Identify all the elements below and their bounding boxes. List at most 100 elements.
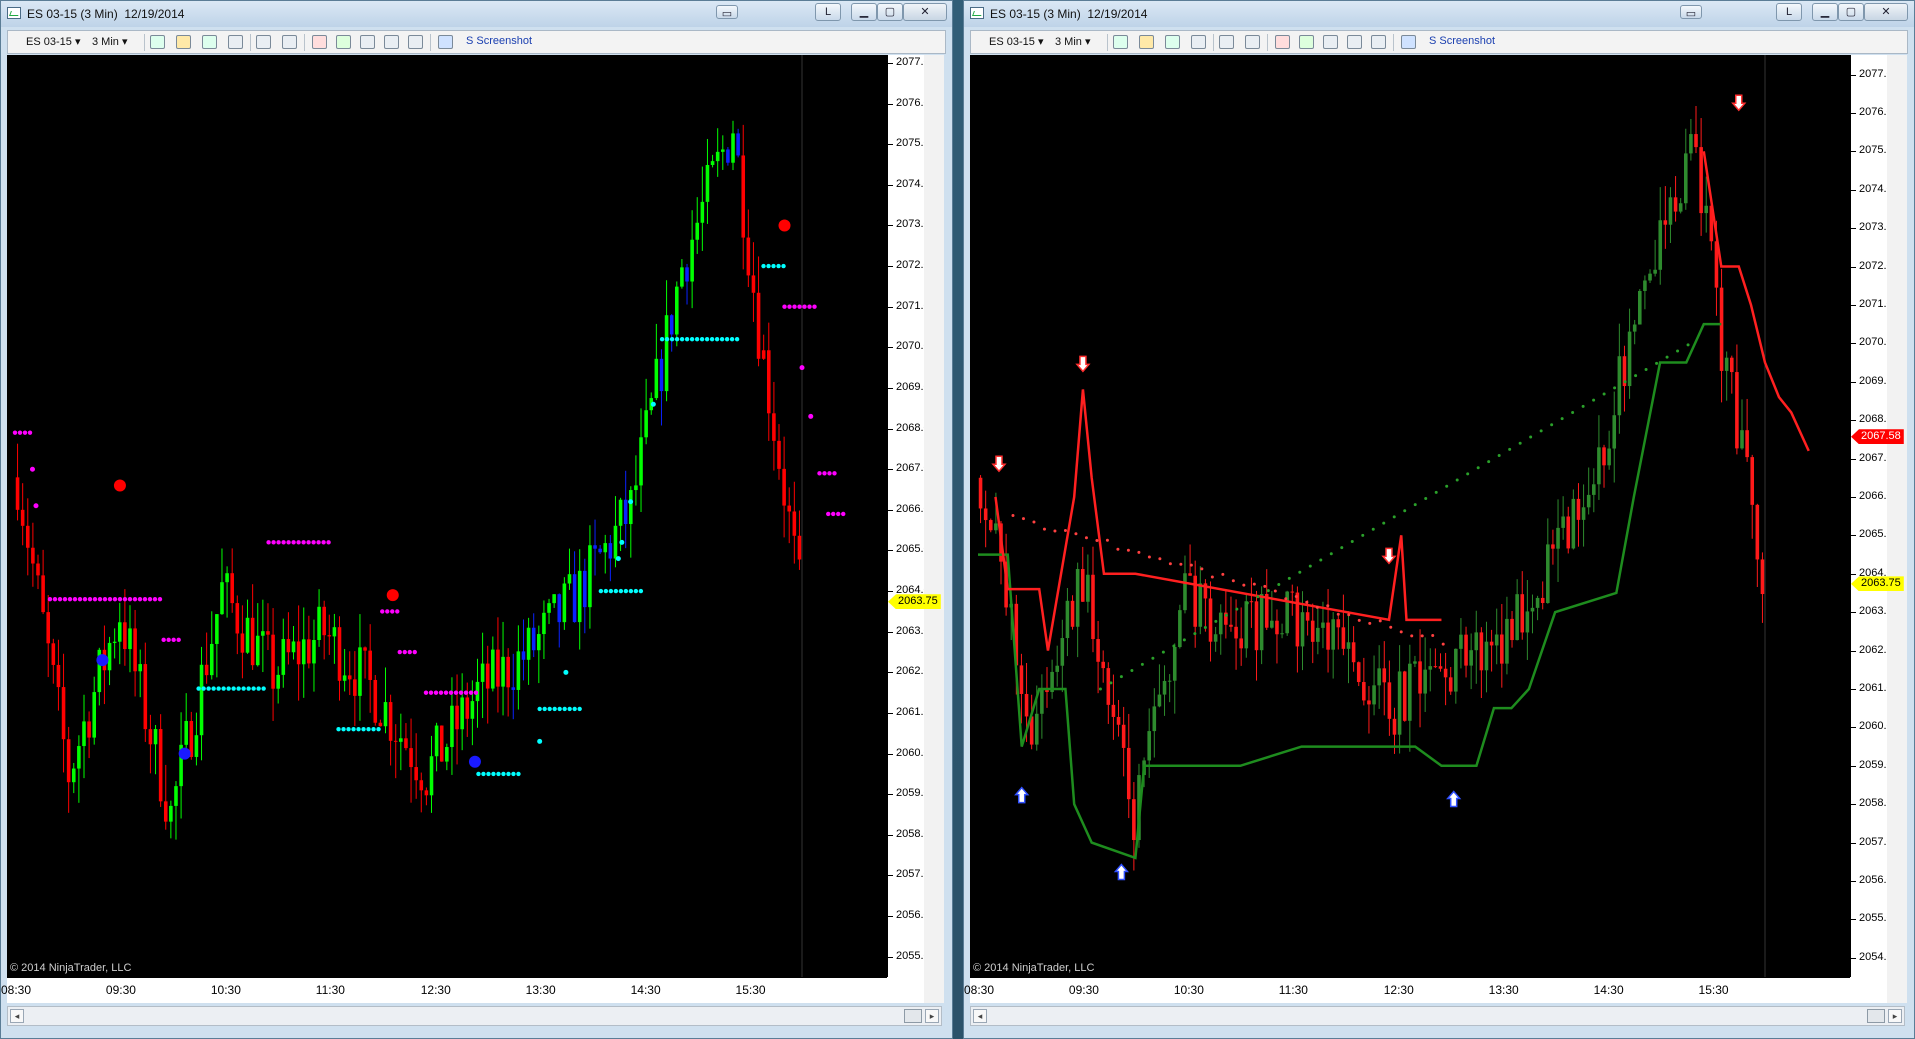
candle-body — [383, 702, 388, 727]
time-axis[interactable]: 08:30 09:30 10:30 11:30 12:30 13:30 14:30 15:30 — [1, 977, 887, 1003]
level-dot — [481, 771, 486, 777]
title-bar[interactable]: ES 03-15 (3 Min) 12/19/2014 L ▁ ▢ ✕ ▭ — [964, 1, 1914, 27]
level-dot — [782, 304, 787, 309]
candle-body — [511, 687, 516, 690]
trail-dot — [1200, 567, 1204, 571]
price-tick-mark — [1851, 919, 1856, 921]
pencil-icon[interactable] — [1139, 35, 1154, 49]
zoom-icon[interactable] — [282, 35, 297, 49]
trail-dot — [1655, 361, 1659, 365]
price-axis[interactable]: 2077.00 2076.00 2075.00 2074.00 2073.00 2072.… — [887, 55, 936, 977]
maximize-button[interactable]: ▢ — [877, 3, 903, 21]
scroll-right-icon[interactable]: ▸ — [1888, 1009, 1902, 1023]
close-button[interactable]: ✕ — [903, 3, 947, 21]
data-box-icon[interactable] — [1347, 35, 1362, 49]
price-tick-mark — [1851, 151, 1856, 153]
chart-window-left[interactable]: ES 03-15 (3 Min) 12/19/2014 L ▁ ▢ ✕ ▭ ES… — [0, 0, 953, 1039]
indicator-icon[interactable] — [336, 35, 351, 49]
close-button[interactable]: ✕ — [1864, 3, 1908, 21]
level-dot — [598, 588, 604, 594]
level-dot — [62, 597, 68, 602]
candle-body — [1597, 447, 1601, 485]
trail-dot — [1140, 662, 1144, 666]
minimize-button[interactable]: ▁ — [1812, 3, 1838, 21]
price-tick-mark — [888, 387, 893, 389]
time-tick-label: 09:30 — [105, 983, 136, 997]
chart-properties-icon[interactable] — [1323, 35, 1338, 49]
instrument-selector[interactable]: ES 03-15 ▾ — [989, 34, 1043, 50]
screenshot-icon[interactable] — [1401, 35, 1416, 49]
trail-dot — [1189, 563, 1193, 567]
interval-selector[interactable]: 3 Min ▾ — [1055, 34, 1091, 50]
trail-dot — [1518, 441, 1522, 445]
candle-body — [562, 583, 567, 623]
maximize-button[interactable]: ▢ — [1838, 3, 1864, 21]
chart-window-right[interactable]: ES 03-15 (3 Min) 12/19/2014 L ▁ ▢ ✕ ▭ ES… — [963, 0, 1915, 1039]
candle-body — [1387, 682, 1392, 719]
candle-body — [1198, 583, 1203, 627]
level-dot — [511, 771, 516, 777]
level-dot — [132, 597, 138, 602]
crosshair-icon[interactable] — [256, 35, 271, 49]
price-chart[interactable]: © 2014 NinjaTrader, LLC — [7, 55, 887, 977]
candle-body — [15, 477, 20, 510]
pencil-icon[interactable] — [176, 35, 191, 49]
candle-body — [680, 267, 684, 287]
add-indicator-icon[interactable] — [1165, 35, 1180, 49]
level-dot — [771, 263, 776, 269]
chart-margin — [1887, 55, 1907, 1003]
price-chart[interactable]: © 2014 NinjaTrader, LLC — [970, 55, 1850, 977]
scroll-thumb[interactable] — [1867, 1009, 1885, 1023]
window-linking-icon[interactable] — [408, 35, 423, 49]
minimize-icon: ▁ — [1820, 6, 1830, 18]
strategy-icon[interactable] — [1275, 35, 1290, 49]
window-linking-icon[interactable] — [1371, 35, 1386, 49]
instrument-selector[interactable]: ES 03-15 ▾ — [26, 34, 80, 50]
candle-body — [1561, 516, 1565, 528]
bar-type-icon[interactable] — [1113, 35, 1128, 49]
horizontal-scrollbar[interactable]: ◂ ▸ — [7, 1006, 942, 1026]
chart-properties-icon[interactable] — [360, 35, 375, 49]
screenshot-button[interactable]: S Screenshot — [466, 35, 532, 47]
toolbar-separator — [1267, 34, 1268, 51]
restore-chart-button[interactable]: ▭ — [716, 5, 738, 20]
time-tick-label: 14:30 — [630, 983, 661, 997]
crosshair-icon[interactable] — [1219, 35, 1234, 49]
restore-chart-button[interactable]: ▭ — [1680, 5, 1702, 20]
scroll-right-icon[interactable]: ▸ — [925, 1009, 939, 1023]
scroll-left-icon[interactable]: ◂ — [10, 1009, 24, 1023]
level-dot — [216, 686, 221, 691]
indicator-icon[interactable] — [1299, 35, 1314, 49]
candle-body — [1581, 507, 1586, 520]
minimize-button[interactable]: ▁ — [851, 3, 877, 21]
candle-body — [347, 675, 352, 680]
link-button[interactable]: L — [815, 3, 841, 21]
data-box-icon[interactable] — [384, 35, 399, 49]
horizontal-scrollbar[interactable]: ◂ ▸ — [970, 1006, 1905, 1026]
candle-body — [107, 642, 112, 671]
scroll-thumb[interactable] — [904, 1009, 922, 1023]
title-bar[interactable]: ES 03-15 (3 Min) 12/19/2014 L ▁ ▢ ✕ ▭ — [1, 1, 952, 27]
interval-selector[interactable]: 3 Min ▾ — [92, 34, 128, 50]
screenshot-button[interactable]: S Screenshot — [1429, 35, 1495, 47]
trail-dot — [1347, 613, 1351, 617]
screenshot-icon[interactable] — [438, 35, 453, 49]
zoom-icon[interactable] — [1245, 35, 1260, 49]
candle-body — [1479, 632, 1484, 671]
buy-arrow-icon — [1446, 790, 1462, 808]
bar-type-icon[interactable] — [150, 35, 165, 49]
scroll-left-icon[interactable]: ◂ — [973, 1009, 987, 1023]
level-dot — [468, 690, 474, 695]
draw-tool-icon[interactable] — [228, 35, 243, 49]
candle-body — [700, 201, 705, 223]
candle-body — [685, 267, 689, 282]
add-indicator-icon[interactable] — [202, 35, 217, 49]
strategy-icon[interactable] — [312, 35, 327, 49]
link-button[interactable]: L — [1776, 3, 1802, 21]
price-axis[interactable]: 2077.00 2076.00 2075.00 2074.00 2073.00 2072.… — [1850, 55, 1899, 977]
candle-body — [1413, 661, 1417, 664]
level-dot — [734, 337, 740, 342]
time-axis[interactable]: 08:30 09:30 10:30 11:30 12:30 13:30 14:30 15:30 — [964, 977, 1850, 1003]
candle-body — [506, 656, 510, 688]
draw-tool-icon[interactable] — [1191, 35, 1206, 49]
